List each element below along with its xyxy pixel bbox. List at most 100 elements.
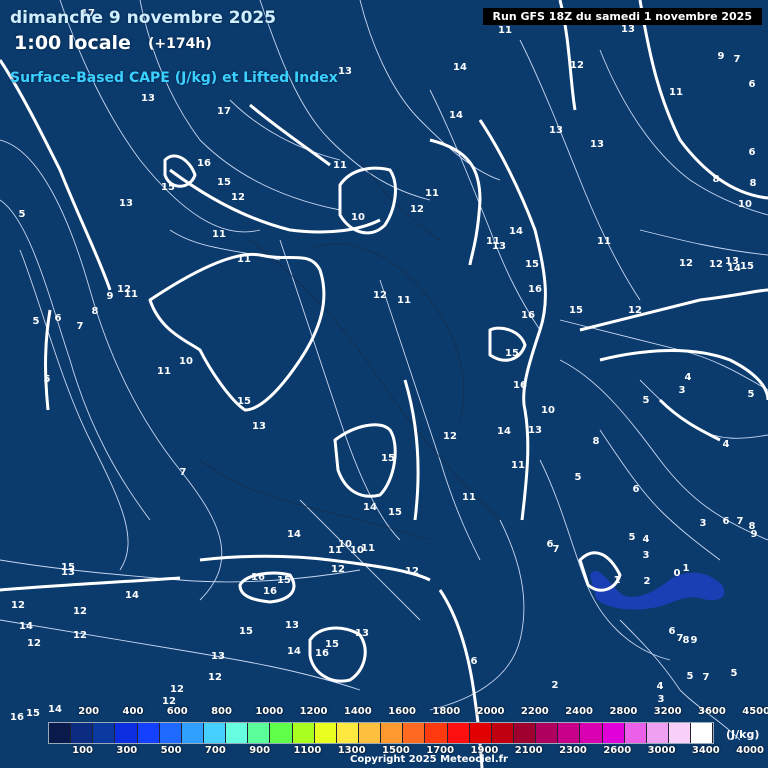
contour-label: 14 (363, 502, 377, 513)
contour-label: 6 (749, 147, 756, 158)
contour-label: 13 (549, 125, 563, 136)
legend-top-label: 2800 (609, 706, 638, 717)
contour-label: 15 (569, 305, 583, 316)
contour-label: 12 (679, 258, 693, 269)
contour-label: 2 (552, 680, 559, 691)
contour-label: 14 (19, 621, 33, 632)
contour-label: 16 (197, 158, 211, 169)
color-swatch (137, 723, 160, 743)
color-swatch (469, 723, 492, 743)
color-swatch (558, 723, 581, 743)
contour-label: 1 (614, 575, 621, 586)
contour-label: 15 (505, 348, 519, 359)
color-swatch (314, 723, 337, 743)
legend-bottom-label: 300 (116, 745, 138, 756)
contour-label: 12 (208, 672, 222, 683)
contour-label: 0 (674, 568, 681, 579)
run-info: Run GFS 18Z du samedi 1 novembre 2025 (482, 8, 762, 25)
contour-label: 6 (723, 516, 730, 527)
color-swatch (292, 723, 315, 743)
legend-top-label: 200 (78, 706, 100, 717)
contour-label: 12 (331, 564, 345, 575)
legend-top-label: 1400 (343, 706, 372, 717)
contour-label: 11 (511, 460, 525, 471)
color-swatch (336, 723, 359, 743)
contour-label: 15 (740, 261, 754, 272)
contour-label: 12 (628, 305, 642, 316)
legend-top-label: 2400 (565, 706, 594, 717)
contour-label: 12 (443, 431, 457, 442)
contour-label: 13 (211, 651, 225, 662)
legend-top-label: 2000 (476, 706, 505, 717)
contour-label: 13 (338, 66, 352, 77)
color-swatch (226, 723, 249, 743)
contour-label: 12 (73, 606, 87, 617)
contour-label: 8 (683, 635, 690, 646)
contour-label: 12 (373, 290, 387, 301)
color-swatch (270, 723, 293, 743)
color-swatch (403, 723, 426, 743)
contour-label: 13 (141, 93, 155, 104)
contour-label: 15 (239, 626, 253, 637)
contour-label: 7 (553, 544, 560, 555)
contour-label: 15 (217, 177, 231, 188)
contour-label: 14 (287, 646, 301, 657)
contour-label: 9 (751, 529, 758, 540)
contour-label: 16 (251, 572, 265, 583)
contour-label: 11 (361, 543, 375, 554)
contour-label: 13 (61, 567, 75, 578)
contour-label: 11 (425, 188, 439, 199)
contour-label: 6 (669, 626, 676, 637)
color-swatch (203, 723, 227, 743)
contour-label: 8 (713, 174, 720, 185)
contour-label: 13 (621, 24, 635, 35)
contour-label: 7 (77, 321, 84, 332)
color-swatch (381, 723, 404, 743)
contour-label: 5 (687, 671, 694, 682)
contour-label: 3 (679, 385, 686, 396)
legend-top-label: 2200 (520, 706, 549, 717)
contour-label: 12 (570, 60, 584, 71)
contour-label: 15 (161, 182, 175, 193)
contour-label: 11 (397, 295, 411, 306)
legend-top-label: 400 (122, 706, 144, 717)
color-swatch (668, 723, 692, 743)
contour-label: 16 (528, 284, 542, 295)
legend-top-label: 800 (211, 706, 232, 717)
contour-label: 9 (718, 51, 725, 62)
legend-top-label: 1600 (388, 706, 416, 717)
contour-label: 5 (19, 209, 26, 220)
color-swatch (602, 723, 625, 743)
contour-label: 4 (723, 439, 730, 450)
contour-label: 1 (683, 563, 690, 574)
contour-label: 16 (315, 648, 329, 659)
contour-label: 12 (73, 630, 87, 641)
legend-bottom-label: 100 (72, 745, 93, 756)
legend-bottom-label: 4000 (736, 745, 764, 756)
contour-label: 8 (750, 178, 757, 189)
contour-label: 14 (449, 110, 463, 121)
contour-label: 12 (405, 566, 419, 577)
contour-label: 5 (33, 316, 40, 327)
contour-label: 13 (285, 620, 299, 631)
copyright-notice: Copyright 2025 Meteociel.fr (350, 754, 508, 765)
cape-map: 1711111397612141311131714131361611881515… (0, 0, 768, 768)
contour-label: 10 (541, 405, 555, 416)
legend-bottom-label: 2300 (559, 745, 587, 756)
legend-top-label: 3200 (653, 706, 682, 717)
contour-label: 10 (738, 199, 752, 210)
contour-label: 14 (453, 62, 467, 73)
legend-top-label: 1200 (299, 706, 328, 717)
contour-label: 8 (92, 306, 99, 317)
color-swatch (624, 723, 647, 743)
contour-label: 7 (703, 672, 710, 683)
contour-label: 12 (170, 684, 184, 695)
contour-label: 11 (328, 545, 342, 556)
contour-label: 5 (44, 374, 51, 385)
contour-label: 7 (734, 54, 741, 65)
contour-label: 16 (513, 380, 527, 391)
legend-top-label: 1800 (432, 706, 461, 717)
legend-top-label: 1000 (255, 706, 284, 717)
contour-label: 12 (231, 192, 245, 203)
contour-label: 11 (212, 229, 226, 240)
